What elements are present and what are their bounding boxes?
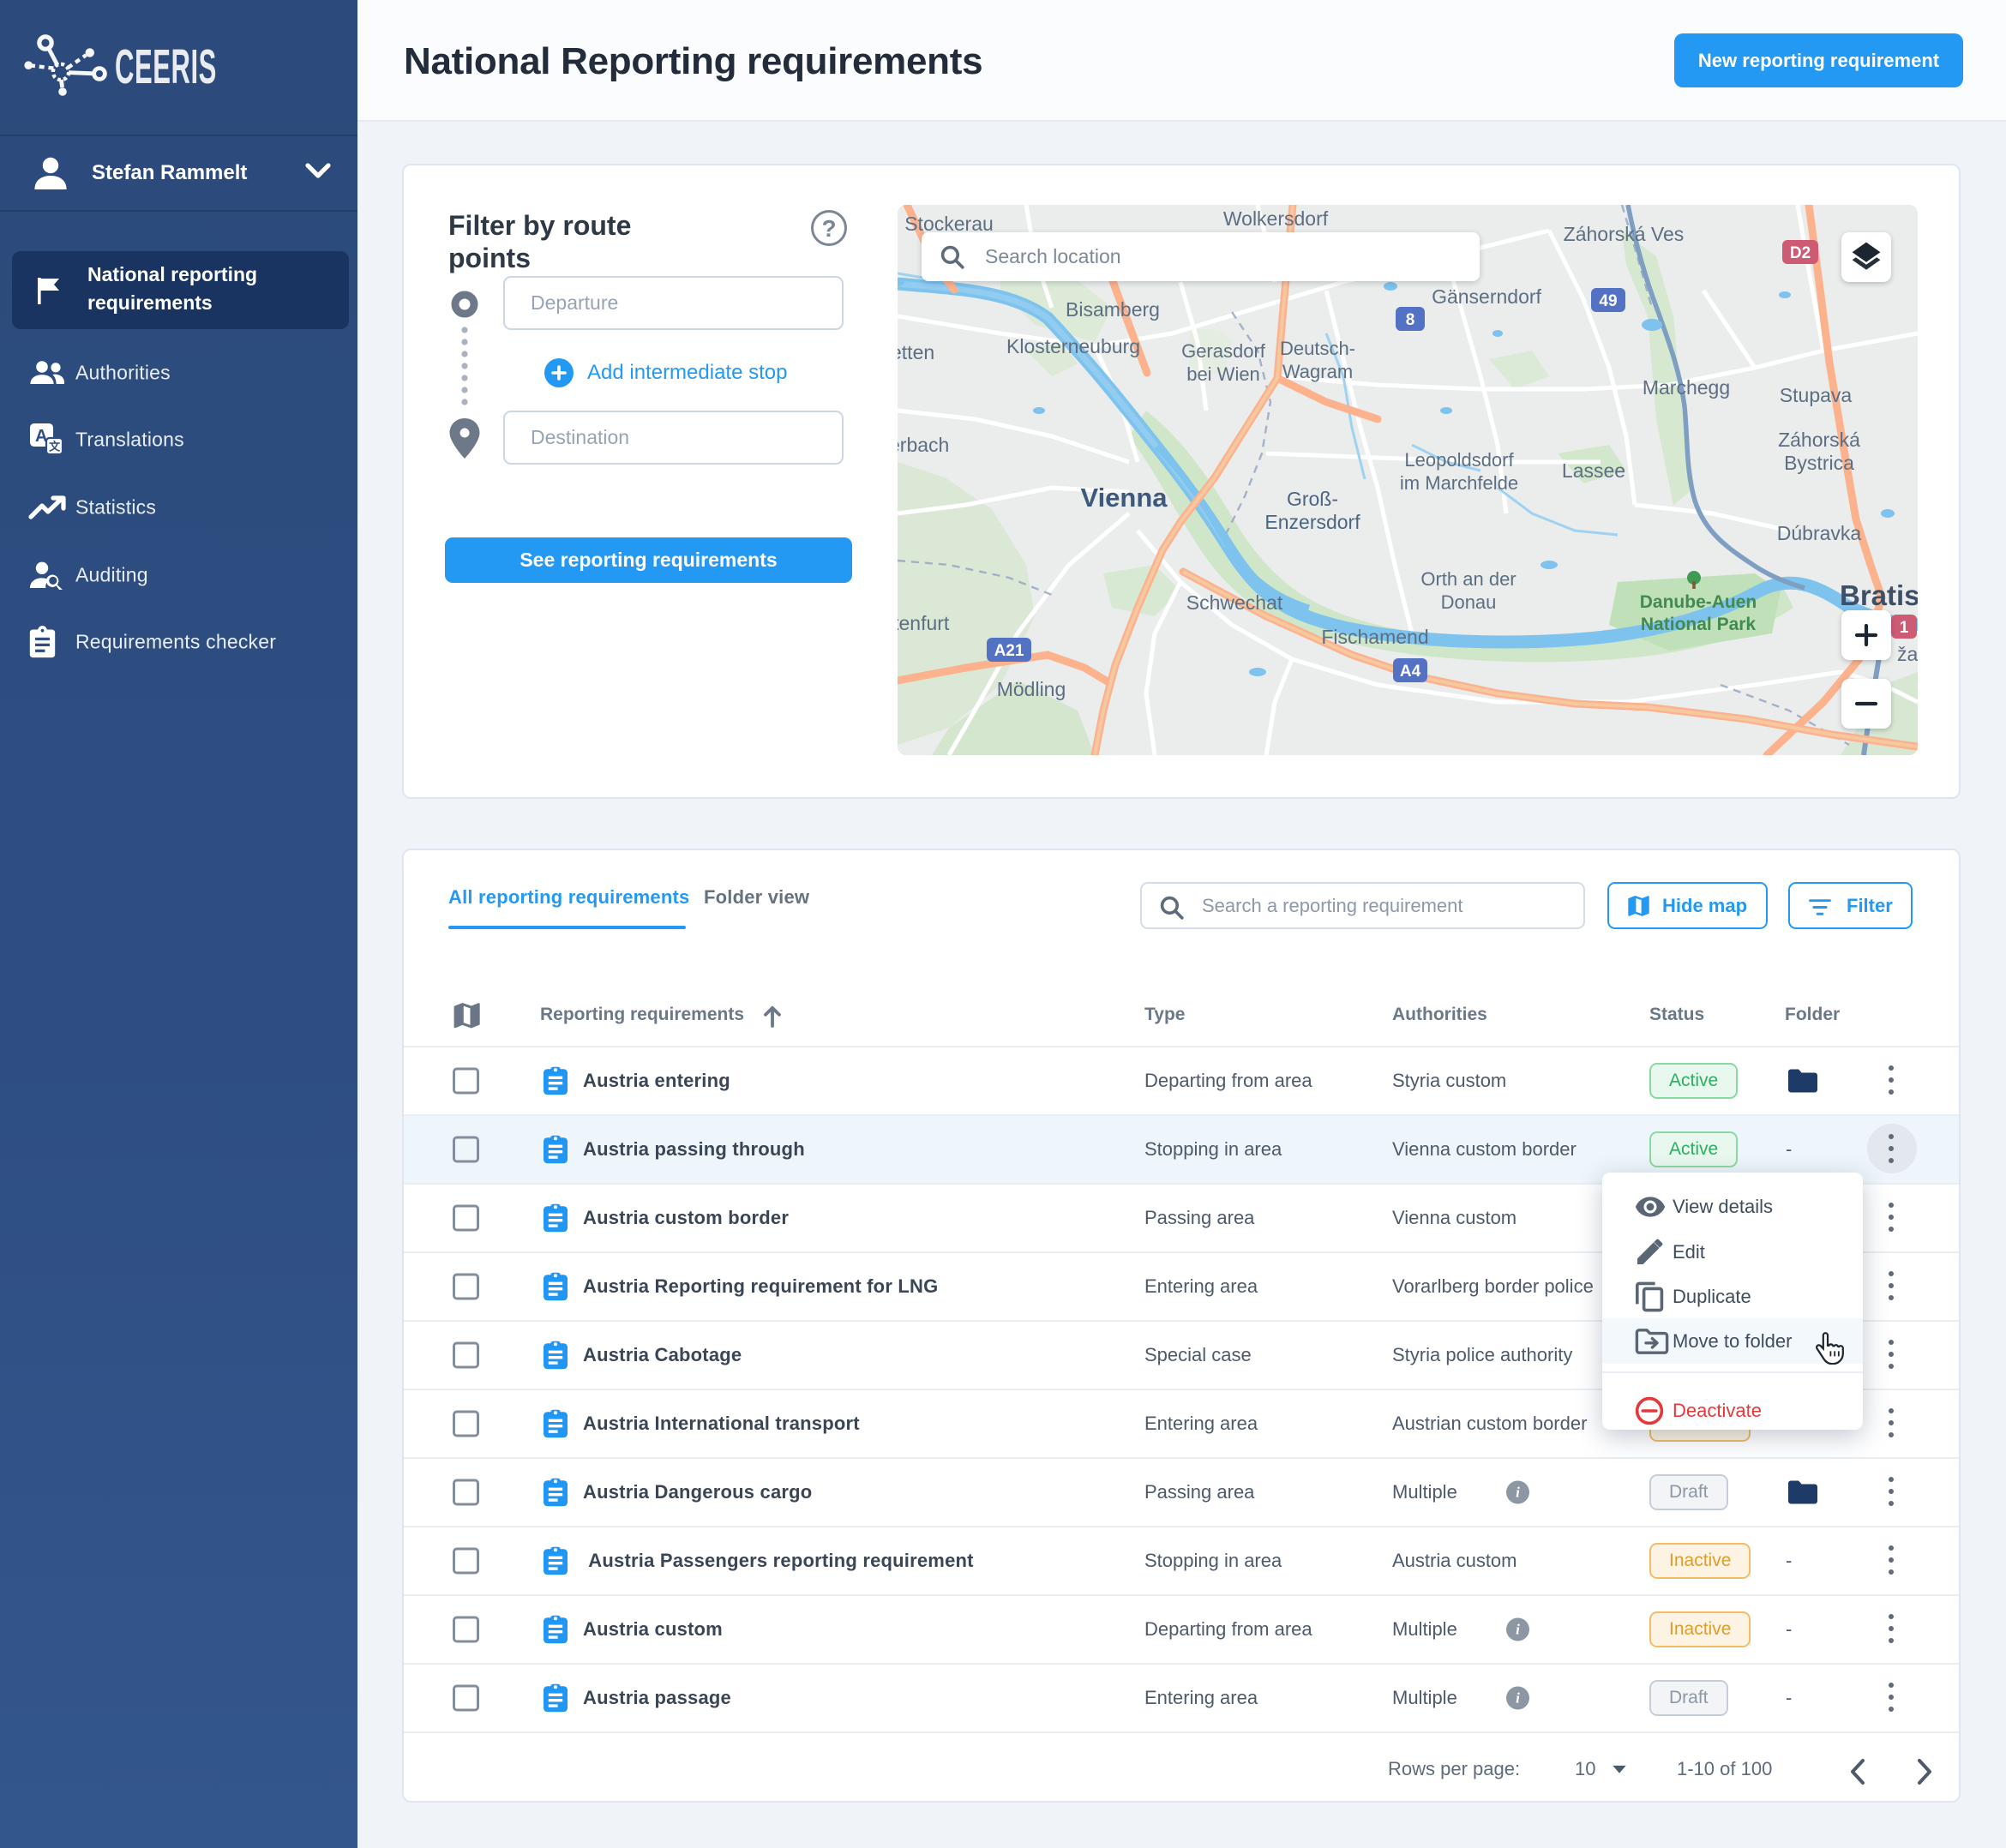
svg-text:Wagram: Wagram — [1282, 361, 1353, 382]
svg-text:itenfurt: itenfurt — [898, 612, 950, 634]
svg-text:Donau: Donau — [1441, 591, 1497, 613]
svg-text:D2: D2 — [1790, 244, 1811, 262]
svg-text:im Marchfelde: im Marchfelde — [1400, 472, 1518, 494]
svg-text:Marchegg: Marchegg — [1643, 376, 1730, 399]
svg-text:Klosterneuburg: Klosterneuburg — [1006, 335, 1140, 357]
svg-text:Bratisla: Bratisla — [1840, 579, 1918, 611]
svg-text:bei Wien: bei Wien — [1186, 363, 1260, 385]
svg-text:Bystrica: Bystrica — [1784, 452, 1854, 474]
svg-text:Orth an der: Orth an der — [1420, 568, 1516, 590]
svg-text:Dúbravka: Dúbravka — [1777, 522, 1862, 544]
svg-text:Groß-: Groß- — [1287, 488, 1338, 510]
svg-text:Bisamberg: Bisamberg — [1066, 298, 1160, 321]
svg-text:8: 8 — [1406, 311, 1415, 329]
svg-text:erbach: erbach — [898, 434, 949, 456]
svg-text:Mödling: Mödling — [997, 678, 1066, 700]
svg-text:Schwechat: Schwechat — [1186, 591, 1283, 614]
svg-text:etten: etten — [898, 341, 934, 363]
svg-text:Fischamend: Fischamend — [1321, 626, 1428, 648]
svg-text:Danube-Auen: Danube-Auen — [1640, 592, 1757, 612]
svg-text:Lassee: Lassee — [1562, 459, 1625, 482]
svg-text:文: 文 — [49, 441, 61, 453]
svg-text:Gänserndorf: Gänserndorf — [1432, 285, 1541, 308]
svg-text:Vienna: Vienna — [1080, 483, 1168, 513]
svg-text:žal: žal — [1897, 643, 1918, 665]
svg-text:Wolkersdorf: Wolkersdorf — [1223, 207, 1329, 230]
svg-text:Stupava: Stupava — [1780, 384, 1853, 406]
svg-text:Enzersdorf: Enzersdorf — [1264, 511, 1360, 533]
svg-text:A4: A4 — [1400, 663, 1421, 681]
svg-text:Záhorská Ves: Záhorská Ves — [1564, 223, 1685, 245]
svg-text:Gerasdorf: Gerasdorf — [1181, 340, 1266, 362]
svg-text:Leopoldsdorf: Leopoldsdorf — [1404, 449, 1514, 471]
svg-text:1: 1 — [1900, 619, 1909, 637]
svg-text:Deutsch-: Deutsch- — [1280, 338, 1355, 359]
svg-text:49: 49 — [1599, 292, 1617, 310]
svg-text:A21: A21 — [994, 642, 1024, 660]
svg-text:National Park: National Park — [1641, 615, 1757, 634]
svg-text:Záhorská: Záhorská — [1778, 429, 1860, 451]
